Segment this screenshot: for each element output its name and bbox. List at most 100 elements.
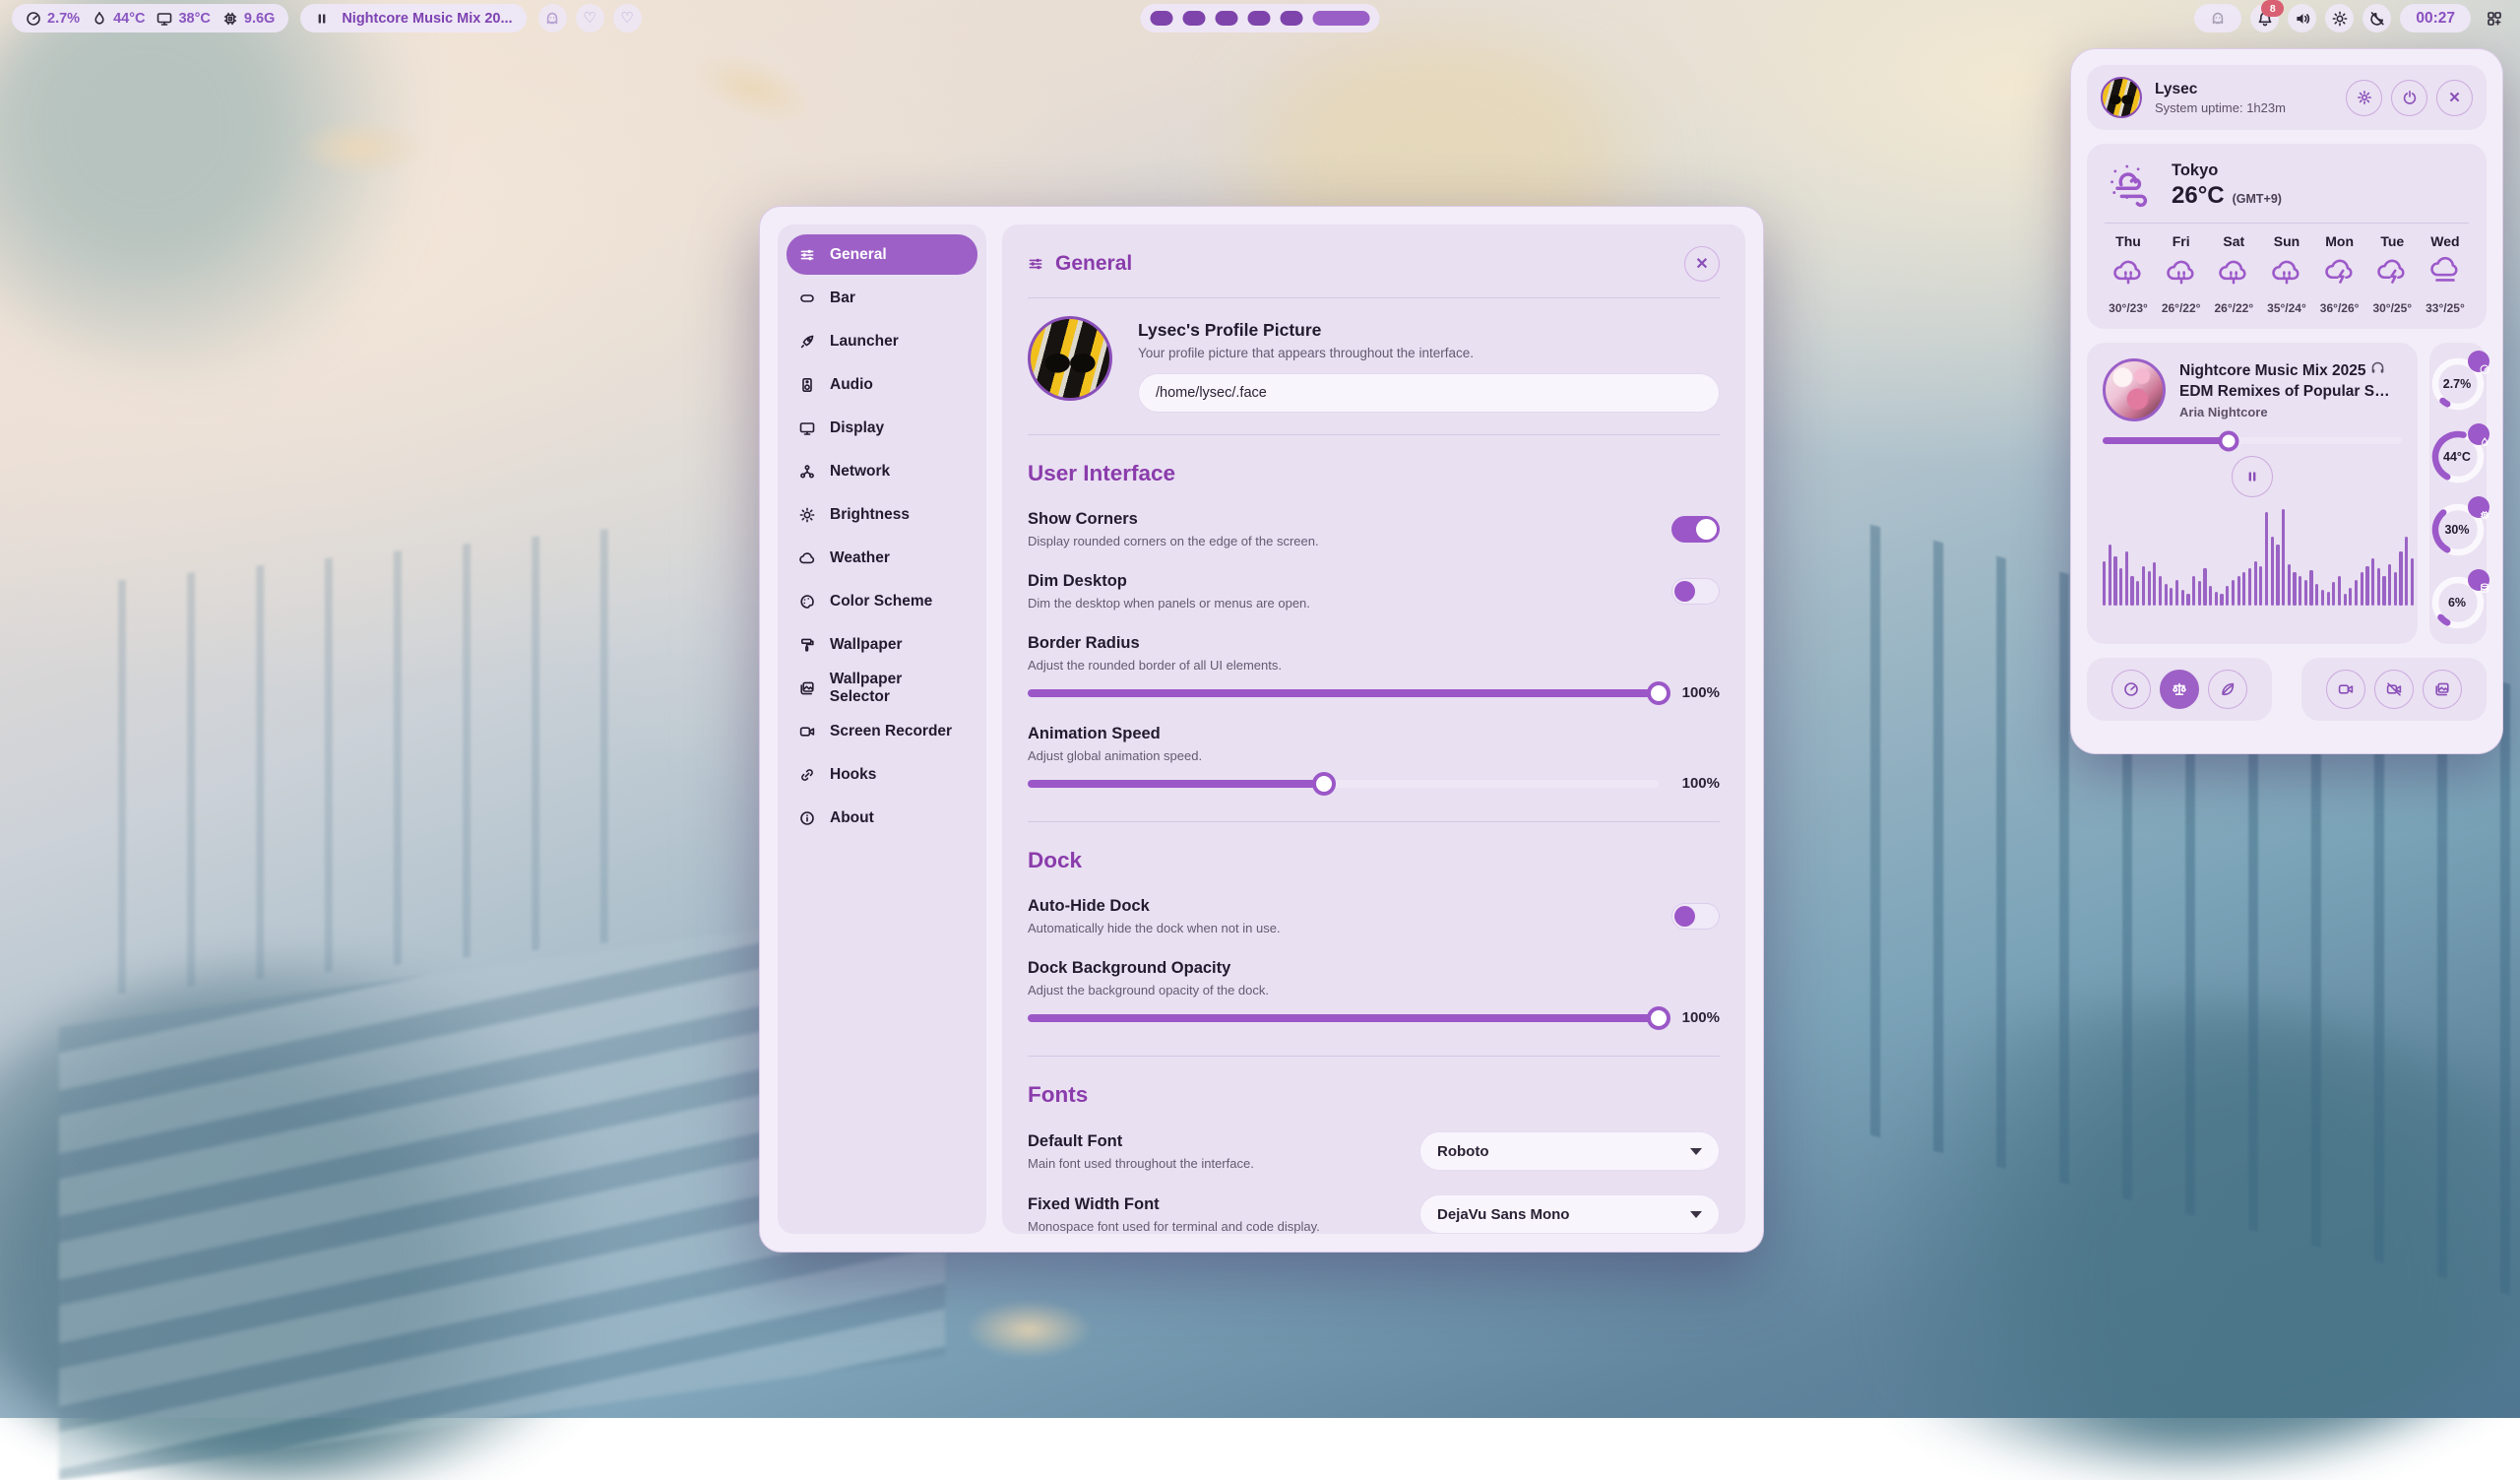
system-tray[interactable] (2194, 4, 2241, 32)
speedometer-icon (26, 11, 41, 27)
sidebar-item-wallpaper[interactable]: Wallpaper (787, 624, 977, 665)
visualizer-bar (2192, 576, 2195, 606)
visualizer-bar (2271, 537, 2274, 606)
show-corners-toggle[interactable] (1671, 516, 1720, 543)
power-button[interactable] (2391, 80, 2427, 116)
close-button[interactable]: ✕ (2436, 80, 2473, 116)
visualizer-bar (2377, 568, 2380, 606)
media-progress-slider[interactable] (2103, 437, 2402, 444)
visualizer-bar (2103, 561, 2106, 606)
video-icon (2338, 681, 2354, 697)
setting-description: Adjust global animation speed. (1028, 748, 1720, 763)
system-gauges-card: 2.7% 44°C 30% 6% (2429, 343, 2487, 644)
visualizer-bar (2242, 572, 2245, 606)
dock-background-opacity-slider[interactable] (1028, 1014, 1659, 1022)
profile-path-input[interactable]: /home/lysec/.face (1138, 373, 1720, 413)
divider (1028, 297, 1720, 298)
sidebar-item-display[interactable]: Display (787, 408, 977, 448)
sidebar-item-audio[interactable]: Audio (787, 364, 977, 405)
auto-hide-dock-toggle[interactable] (1671, 903, 1720, 930)
gauge-flame: 44°C (2429, 425, 2487, 488)
visualizer-bar (2153, 562, 2156, 606)
weather-temp: 26°C (2172, 182, 2225, 210)
visualizer-bar (2119, 568, 2122, 606)
workspace-dot[interactable] (1248, 11, 1271, 26)
dim-desktop-toggle[interactable] (1671, 578, 1720, 605)
audio-icon (799, 377, 817, 393)
dock-background-opacity-slider-thumb[interactable] (1647, 1006, 1670, 1030)
profile-description: Your profile picture that appears throug… (1138, 346, 1720, 360)
rain-icon (2270, 256, 2303, 294)
sidebar-item-weather[interactable]: Weather (787, 538, 977, 578)
tool-video-off-button[interactable] (2374, 670, 2414, 709)
weather-forecast: Thu 30°/23° Fri 26°/22° Sat 26°/22° Sun … (2105, 233, 2469, 315)
sidebar-item-network[interactable]: Network (787, 451, 977, 491)
sidebar-item-about[interactable]: About (787, 798, 977, 838)
pause-button[interactable] (2232, 456, 2273, 497)
notifications-button[interactable]: 8 (2250, 4, 2279, 32)
workspace-dot[interactable] (1281, 11, 1303, 26)
forecast-day-sat: Sat 26°/22° (2210, 233, 2257, 315)
profile-avatar[interactable] (1028, 316, 1112, 401)
album-art (2103, 358, 2166, 421)
user-avatar (2101, 77, 2142, 118)
divider (1028, 1056, 1720, 1057)
brightness-button[interactable] (2325, 4, 2354, 32)
quick-heart-button[interactable]: ♡ (613, 4, 642, 32)
sidebar-item-brightness[interactable]: Brightness (787, 494, 977, 535)
media-artist: Aria Nightcore (2179, 405, 2390, 419)
profile-title: Lysec's Profile Picture (1138, 320, 1720, 341)
visualizer-bar (2136, 581, 2139, 606)
setting-description: Monospace font used for terminal and cod… (1028, 1219, 1320, 1234)
gauge-chip: 30% (2429, 498, 2487, 561)
user-card: Lysec System uptime: 1h23m ✕ (2087, 65, 2487, 130)
sidebar-item-launcher[interactable]: Launcher (787, 321, 977, 361)
headphones-icon (2370, 360, 2385, 375)
quick-heart-button[interactable]: ♡ (576, 4, 604, 32)
quick-ghost-button[interactable] (538, 4, 567, 32)
workspace-active[interactable] (1313, 11, 1370, 26)
media-pill-label: Nightcore Music Mix 20... (342, 11, 512, 27)
border-radius-slider-thumb[interactable] (1647, 681, 1670, 705)
sidebar-item-hooks[interactable]: Hooks (787, 754, 977, 795)
visualizer-bar (2276, 545, 2279, 606)
monitor-icon (799, 420, 817, 436)
workspace-dot[interactable] (1216, 11, 1238, 26)
app-grid-button[interactable] (2480, 4, 2508, 32)
workspace-indicator[interactable] (1141, 4, 1380, 32)
animation-speed-slider-thumb[interactable] (1312, 772, 1336, 796)
default-font-dropdown[interactable]: Roboto (1419, 1131, 1720, 1171)
volume-button[interactable] (2288, 4, 2316, 32)
media-player-card: Nightcore Music Mix 2025 EDM Remixes of … (2087, 343, 2418, 644)
clock[interactable]: 00:27 (2400, 4, 2471, 32)
tray-app-icon[interactable] (2210, 11, 2226, 27)
sidebar-item-screen-recorder[interactable]: Screen Recorder (787, 711, 977, 751)
power-profile-speedometer-button[interactable] (2111, 670, 2151, 709)
sidebar-item-bar[interactable]: Bar (787, 278, 977, 318)
workspace-dot[interactable] (1183, 11, 1206, 26)
border-radius-slider[interactable] (1028, 689, 1659, 697)
app-grid-icon (2487, 11, 2502, 27)
stat-monitor: 38°C (157, 11, 210, 27)
visualizer-bar (2232, 580, 2235, 606)
gear-button[interactable] (2346, 80, 2382, 116)
media-pill[interactable]: Nightcore Music Mix 20... (300, 4, 526, 32)
sidebar-item-general[interactable]: General (787, 234, 977, 275)
visualizer-bar (2371, 558, 2374, 606)
animation-speed-slider[interactable] (1028, 780, 1659, 788)
close-button[interactable]: ✕ (1684, 246, 1720, 282)
visualizer-bar (2394, 572, 2397, 606)
sidebar-item-color-scheme[interactable]: Color Scheme (787, 581, 977, 621)
visualizer-bar (2321, 590, 2324, 606)
sidebar-item-wallpaper-selector[interactable]: Wallpaper Selector (787, 668, 977, 708)
power-profile-scales-button[interactable] (2160, 670, 2199, 709)
system-stats-pill: 2.7%44°C38°C9.6G (12, 4, 288, 32)
night-light-button[interactable] (2362, 4, 2391, 32)
fixed-width-font-dropdown[interactable]: DejaVu Sans Mono (1419, 1194, 1720, 1234)
tool-video-button[interactable] (2326, 670, 2365, 709)
chip-icon (222, 11, 238, 27)
workspace-dot[interactable] (1151, 11, 1173, 26)
visualizer-bar (2282, 509, 2285, 606)
tool-images-button[interactable] (2423, 670, 2462, 709)
power-profile-leaf-button[interactable] (2208, 670, 2247, 709)
